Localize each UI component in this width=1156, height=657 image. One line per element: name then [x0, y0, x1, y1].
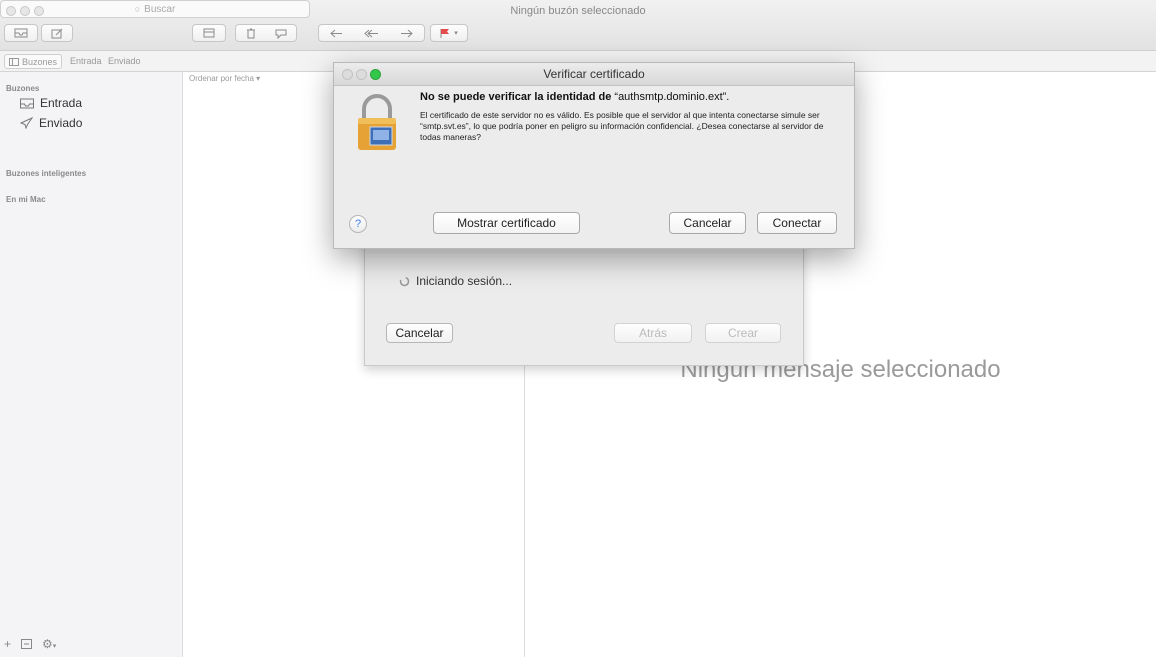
gear-icon[interactable]: ⚙▾ — [42, 637, 56, 651]
login-status: Iniciando sesión... — [399, 274, 512, 288]
heading-prefix: No se puede verificar la identidad de — [420, 91, 612, 103]
add-mailbox-button[interactable]: + — [4, 637, 11, 651]
reply-icon — [329, 29, 342, 37]
sort-menu[interactable]: Ordenar por fecha ▾ — [189, 74, 260, 83]
dialog-title: Verificar certificado — [543, 67, 645, 81]
compose-icon — [51, 28, 63, 38]
sidebar-footer: + ⚙▾ — [4, 637, 56, 651]
mailbox-icon — [14, 28, 28, 38]
reply-all-icon — [364, 29, 378, 37]
lock-icon — [358, 94, 396, 150]
sidebar-item-sent[interactable]: Enviado — [20, 116, 82, 130]
sidebar-toggle-icon — [9, 57, 19, 66]
sidebar-section-mac: En mi Mac — [6, 195, 46, 204]
mailbox-activity-icon[interactable] — [21, 639, 33, 649]
dialog-titlebar: Verificar certificado — [334, 63, 854, 86]
fav-sent[interactable]: Enviado — [108, 56, 141, 66]
flag-button[interactable]: ▾ — [430, 24, 468, 42]
heading-domain: “authsmtp.dominio.ext”. — [614, 91, 730, 103]
chevron-down-icon: ▾ — [454, 30, 458, 37]
flag-icon — [440, 29, 450, 38]
delete-junk-group[interactable] — [235, 24, 297, 42]
mailboxes-label: Buzones — [22, 56, 58, 67]
inbox-icon — [20, 98, 34, 108]
sheet-cancel-button[interactable]: Cancelar — [386, 323, 453, 343]
get-mail-button[interactable] — [4, 24, 38, 42]
show-certificate-button[interactable]: Mostrar certificado — [433, 212, 580, 234]
compose-button[interactable] — [41, 24, 73, 42]
show-mailboxes-button[interactable]: Buzones — [4, 54, 63, 69]
archive-button[interactable] — [192, 24, 226, 42]
sidebar-item-inbox[interactable]: Entrada — [20, 96, 82, 110]
sidebar-section-smart: Buzones inteligentes — [6, 169, 87, 178]
dialog-cancel-button[interactable]: Cancelar — [669, 212, 746, 234]
sort-label: Ordenar por fecha — [189, 74, 254, 83]
sidebar-item-label: Enviado — [39, 116, 83, 130]
trash-icon — [246, 28, 255, 38]
connect-button[interactable]: Conectar — [757, 212, 837, 234]
forward-icon — [401, 29, 414, 37]
junk-icon — [275, 29, 286, 39]
window-title: Ningún buzón seleccionado — [510, 5, 646, 17]
dialog-heading: No se puede verificar la identidad de “a… — [420, 91, 840, 103]
archive-icon — [203, 28, 215, 38]
sidebar-item-label: Entrada — [40, 96, 83, 110]
sheet-create-button[interactable]: Crear — [705, 323, 781, 343]
window-toolbar: Ningún buzón seleccionado ▾ ○ Buscar — [0, 0, 1156, 51]
sidebar: Buzones Entrada Enviado Buzones intelige… — [0, 72, 183, 657]
spinner-icon — [399, 276, 410, 286]
fav-inbox[interactable]: Entrada — [70, 56, 102, 66]
reply-forward-group[interactable] — [318, 24, 425, 42]
sheet-back-button[interactable]: Atrás — [614, 323, 692, 343]
dialog-message: El certificado de este servidor no es vá… — [420, 110, 824, 142]
login-status-text: Iniciando sesión... — [416, 274, 513, 288]
help-button[interactable]: ? — [349, 215, 367, 233]
verify-certificate-dialog: Verificar certificado No se puede verifi… — [333, 62, 855, 249]
paper-plane-icon — [20, 117, 33, 129]
sidebar-section-mailboxes: Buzones — [6, 84, 40, 93]
